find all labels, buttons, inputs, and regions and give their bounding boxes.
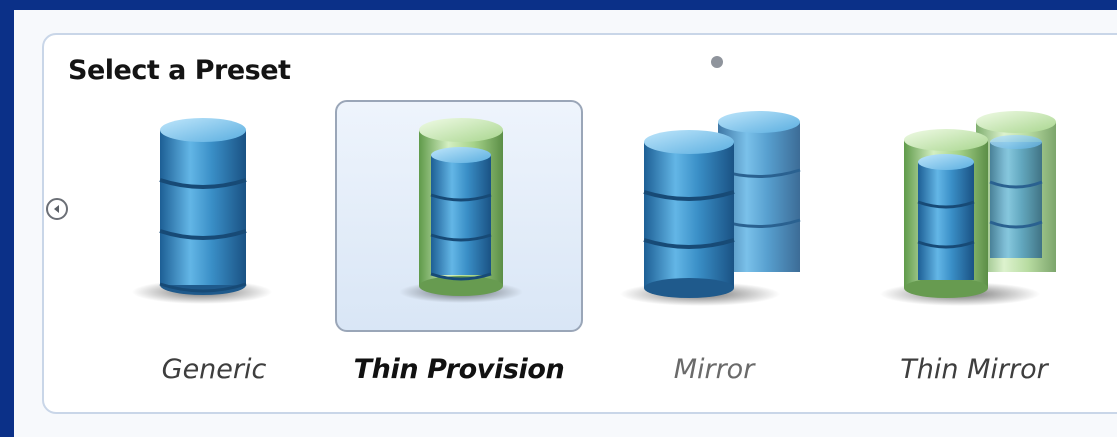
pager-dot-indicator[interactable] [711,56,723,68]
preset-label: Mirror [673,354,755,385]
scroll-left-button[interactable] [46,198,68,220]
preset-label: Thin Provision [353,354,565,385]
chevron-left-icon [54,205,59,213]
preset-mirror[interactable]: Mirror [590,100,838,400]
preset-label: Generic [161,354,267,385]
preset-generic[interactable]: Generic [90,100,338,400]
panel-title: Select a Preset [68,55,291,86]
preset-thin-mirror[interactable]: Thin Mirror [850,100,1098,400]
mirror-database-icon [620,111,801,306]
preset-label: Thin Mirror [900,354,1048,385]
thin-mirror-database-icon [880,111,1056,306]
preset-thin-provision[interactable]: Thin Provision [335,100,583,400]
thin-database-icon [399,118,523,303]
database-icon [132,118,272,304]
